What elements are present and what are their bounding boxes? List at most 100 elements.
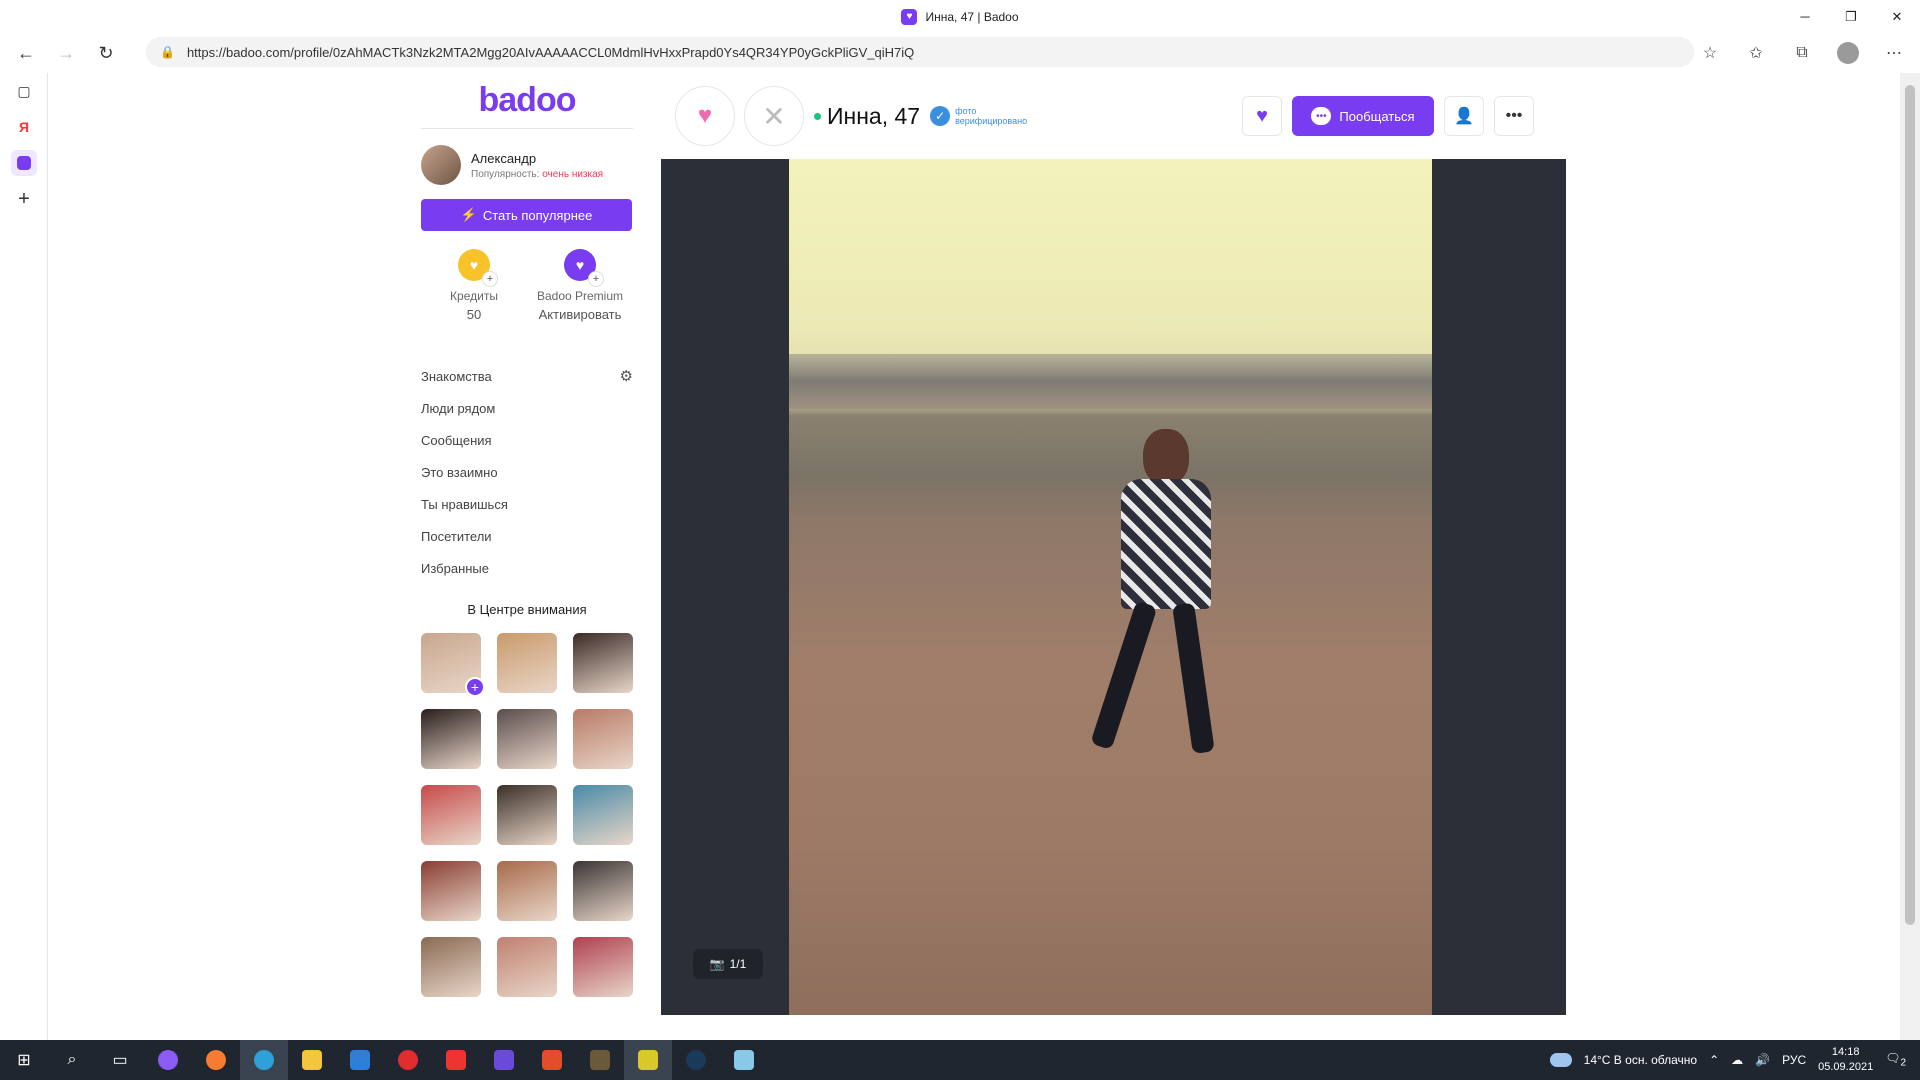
premium-widget[interactable]: ♥ + Badoo Premium Активировать [530, 249, 630, 322]
spotlight-avatar[interactable] [573, 709, 633, 769]
spotlight-avatar[interactable] [573, 785, 633, 845]
firefox-app-icon[interactable] [192, 1040, 240, 1080]
spotlight-avatar[interactable] [421, 709, 481, 769]
task-view-icon[interactable]: ▭ [96, 1040, 144, 1080]
menu-label: Сообщения [421, 432, 492, 448]
menu-item-messages[interactable]: Сообщения [421, 424, 633, 456]
restore-button[interactable]: ❐ [1828, 0, 1874, 33]
back-button[interactable]: ← [6, 33, 46, 73]
photo-viewer[interactable]: 📷 1/1 [661, 159, 1566, 1015]
like-button[interactable]: ♥ [675, 86, 735, 146]
notification-count: 2 [1900, 1057, 1906, 1069]
heart-icon: ♥ [697, 102, 713, 129]
system-tray: 14°C В осн. облачно ⌃ ☁ 🔊 РУС 14:18 05.0… [1549, 1040, 1920, 1080]
collections-icon[interactable]: ⧉ [1786, 37, 1818, 69]
photo-sea [789, 354, 1432, 409]
menu-item-favorites[interactable]: Избранные [421, 552, 633, 584]
bird-app-icon[interactable] [576, 1040, 624, 1080]
scrollbar-thumb[interactable] [1905, 85, 1915, 925]
url-field[interactable]: 🔒 https://badoo.com/profile/0zAhMACTk3Nz… [146, 37, 1694, 67]
favorites-icon[interactable]: ✩ [1740, 37, 1772, 69]
spotlight-avatar[interactable] [497, 861, 557, 921]
camera-icon: 📷 [709, 957, 725, 971]
crush-button[interactable]: ♥ [1242, 96, 1282, 136]
yellow-app-icon[interactable] [624, 1040, 672, 1080]
user-avatar[interactable] [421, 145, 461, 185]
menu-item-encounters[interactable]: Знакомства ⚙ [421, 360, 633, 392]
spotlight-avatar[interactable] [497, 709, 557, 769]
show-hidden-icons[interactable]: ⌃ [1709, 1053, 1719, 1067]
menu-item-liked-you[interactable]: Ты нравишься [421, 488, 633, 520]
spotlight-avatar[interactable] [573, 861, 633, 921]
spotlight-avatar[interactable] [497, 633, 557, 693]
tabs-panel-icon[interactable]: ▢ [0, 73, 48, 109]
add-favorite-icon[interactable]: ☆ [1694, 37, 1726, 69]
spotlight-avatar[interactable] [421, 937, 481, 997]
photo-counter-text: 1/1 [729, 957, 747, 971]
menu-item-visitors[interactable]: Посетители [421, 520, 633, 552]
lock-icon: 🔒 [160, 45, 175, 59]
spotlight-avatar[interactable] [497, 785, 557, 845]
credits-widget[interactable]: ♥ + Кредиты 50 [424, 249, 524, 322]
spotlight-avatar[interactable] [421, 785, 481, 845]
browser-titlebar: ♥ Инна, 47 | Badoo ─ ❐ ✕ [0, 0, 1920, 33]
clock-date: 05.09.2021 [1818, 1061, 1874, 1073]
spotlight-avatar[interactable] [497, 937, 557, 997]
boost-popularity-button[interactable]: ⚡ Стать популярнее [421, 199, 632, 231]
forward-button[interactable]: → [46, 33, 86, 73]
current-user[interactable]: Александр Популярность: очень низкая [421, 145, 633, 185]
weather-cloud-icon [1549, 1053, 1572, 1067]
spotlight-avatar[interactable]: + [421, 633, 485, 697]
xcom-app-icon[interactable] [528, 1040, 576, 1080]
spotlight-avatar[interactable] [421, 861, 481, 921]
volume-icon[interactable]: 🔊 [1755, 1053, 1770, 1067]
credits-value: 50 [466, 307, 482, 322]
menu-item-nearby[interactable]: Люди рядом [421, 392, 633, 424]
mail-app-icon[interactable] [336, 1040, 384, 1080]
view-profile-button[interactable]: 👤 [1444, 96, 1484, 136]
spotlight-avatar[interactable] [573, 633, 633, 693]
alice-app-icon[interactable] [144, 1040, 192, 1080]
explorer-app-icon[interactable] [288, 1040, 336, 1080]
add-to-spotlight-icon[interactable]: + [465, 677, 485, 697]
address-bar-row: ← → ↻ 🔒 https://badoo.com/profile/0zAhMA… [0, 33, 1920, 73]
close-button[interactable]: ✕ [1874, 0, 1920, 33]
add-side-app-icon[interactable]: + [0, 181, 48, 217]
start-button[interactable]: ⊞ [0, 1040, 48, 1080]
windows-taskbar: ⊞ ⌕ ▭ 14°C В осн. облачно ⌃ ☁ 🔊 РУС 14:1… [0, 1040, 1920, 1080]
page-scrollbar[interactable] [1900, 73, 1920, 1040]
yandex-icon[interactable]: Я [0, 109, 48, 145]
edge-app-icon[interactable] [240, 1040, 288, 1080]
profile-button[interactable] [1832, 37, 1864, 69]
clock[interactable]: 14:18 05.09.2021 [1818, 1045, 1873, 1075]
yandex-browser-app-icon[interactable] [432, 1040, 480, 1080]
menu-label: Ты нравишься [421, 496, 508, 512]
dislike-button[interactable]: ✕ [744, 86, 804, 146]
search-icon[interactable]: ⌕ [48, 1040, 96, 1080]
premium-activate[interactable]: Активировать [539, 307, 622, 322]
app-icon-badge[interactable] [480, 1040, 528, 1080]
more-options-button[interactable]: ••• [1494, 96, 1534, 136]
notifications-icon[interactable]: 🗨2 [1885, 1051, 1906, 1068]
profile-photo[interactable] [789, 159, 1432, 1015]
person-icon: 👤 [1454, 108, 1474, 125]
profile-name: Инна, 47 [827, 102, 921, 129]
more-menu-icon[interactable]: ⋯ [1878, 37, 1910, 69]
weather-text[interactable]: 14°C В осн. облачно [1584, 1053, 1697, 1067]
menu-label: Люди рядом [421, 400, 496, 416]
menu-item-matches[interactable]: Это взаимно [421, 456, 633, 488]
notepad-app-icon[interactable] [720, 1040, 768, 1080]
spotlight-avatar[interactable] [573, 937, 633, 997]
refresh-button[interactable]: ↻ [86, 33, 126, 73]
crush-heart-icon: ♥ [1256, 104, 1268, 127]
filter-settings-icon[interactable]: ⚙ [620, 367, 633, 385]
onedrive-icon[interactable]: ☁ [1731, 1053, 1743, 1067]
badoo-logo[interactable]: badoo [421, 73, 633, 129]
window-title: ♥ Инна, 47 | Badoo [901, 8, 1019, 25]
minimize-button[interactable]: ─ [1782, 0, 1828, 33]
language-indicator[interactable]: РУС [1782, 1053, 1806, 1067]
chat-button[interactable]: ••• Пообщаться [1292, 96, 1434, 136]
badoo-side-icon[interactable] [0, 145, 48, 181]
opera-app-icon[interactable] [384, 1040, 432, 1080]
steam-app-icon[interactable] [672, 1040, 720, 1080]
